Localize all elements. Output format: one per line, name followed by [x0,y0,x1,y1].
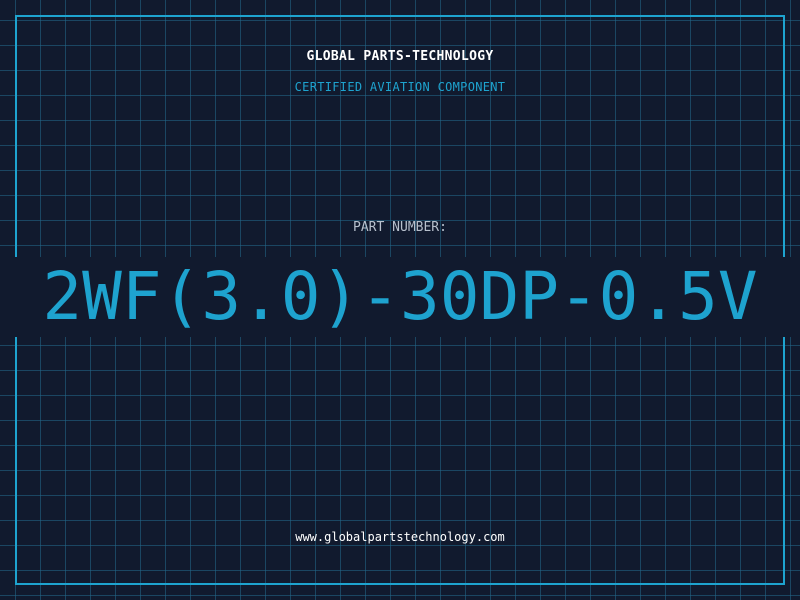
certification-tagline: CERTIFIED AVIATION COMPONENT [294,80,506,94]
certificate-card: GLOBAL PARTS-TECHNOLOGY CERTIFIED AVIATI… [0,0,800,600]
company-name: GLOBAL PARTS-TECHNOLOGY [306,49,494,64]
website-link[interactable]: www.globalpartstechnology.com [0,530,800,544]
part-number-label: PART NUMBER: [353,220,447,235]
part-number-value: 2WF(3.0)-30DP-0.5V [42,258,758,335]
